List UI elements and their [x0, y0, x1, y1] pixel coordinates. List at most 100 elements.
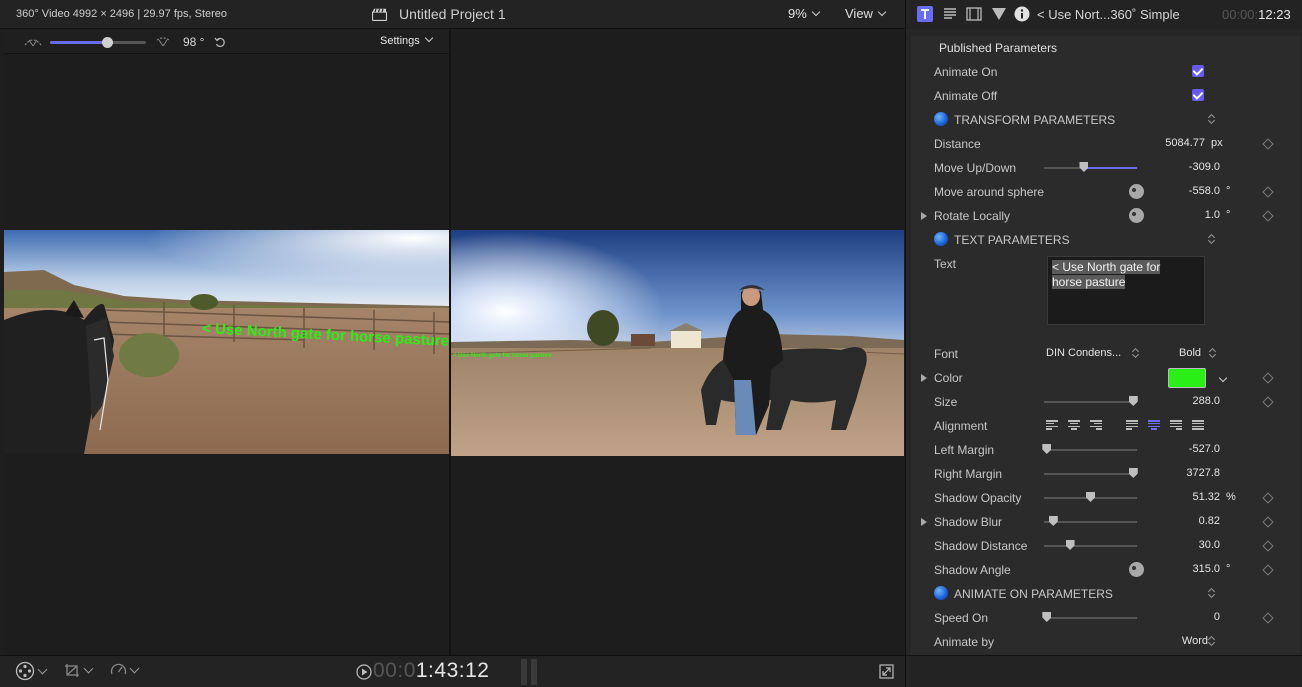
move-sphere-dial[interactable] [1129, 184, 1144, 199]
shadow-opacity-value[interactable]: 51.32 [1192, 491, 1220, 503]
align-left-icon[interactable] [1046, 420, 1058, 430]
keyframe-icon[interactable] [1262, 492, 1274, 504]
fov-slider[interactable] [50, 37, 146, 48]
slider-knob[interactable] [1048, 516, 1058, 526]
chevron-down-icon [424, 33, 433, 43]
headset-preview-image: < Use North gate for horse pasture [4, 230, 449, 454]
keyframe-icon[interactable] [1262, 516, 1274, 528]
shadow-angle-dial[interactable] [1129, 562, 1144, 577]
group-bullet-icon [934, 586, 948, 600]
settings-label: Settings [380, 35, 420, 47]
shadow-distance-slider[interactable] [1044, 540, 1137, 550]
animate-on-checkbox[interactable] [1192, 65, 1204, 77]
shadow-distance-label: Shadow Distance [934, 539, 1028, 553]
speed-menu[interactable] [110, 662, 140, 679]
left-margin-value[interactable]: -527.0 [1189, 443, 1220, 455]
fullscreen-icon[interactable] [879, 664, 894, 679]
justify-right-icon[interactable] [1170, 420, 1182, 430]
chevron-down-icon [37, 664, 48, 674]
text-field-content: < Use North gate for horse pasture [1052, 260, 1200, 290]
keyframe-icon[interactable] [1262, 210, 1274, 222]
distance-label: Distance [934, 137, 981, 151]
justify-full-icon[interactable] [1192, 420, 1204, 430]
video-inspector-icon[interactable] [966, 6, 982, 22]
shadow-angle-value[interactable]: 315.0 [1192, 563, 1220, 575]
left-margin-slider[interactable] [1042, 444, 1137, 454]
move-sphere-row: Move around sphere -558.0 ° [911, 180, 1300, 204]
transform-section-row[interactable]: TRANSFORM PARAMETERS [911, 108, 1300, 132]
rotate-locally-value[interactable]: 1.0 [1205, 209, 1220, 221]
move-sphere-value[interactable]: -558.0 [1189, 185, 1220, 197]
updown-arrows-icon[interactable] [1208, 634, 1216, 648]
right-margin-value[interactable]: 3727.8 [1186, 467, 1220, 479]
color-well[interactable] [1168, 368, 1206, 388]
font-style-popup[interactable]: Bold [1179, 347, 1201, 359]
updown-arrows-icon[interactable] [1208, 112, 1216, 126]
size-slider[interactable] [1044, 396, 1138, 406]
inspector-header: < Use Nort...360˚ Simple 00:00:12:23 [906, 0, 1302, 29]
animate-off-checkbox[interactable] [1192, 89, 1204, 101]
keyframe-icon[interactable] [1262, 612, 1274, 624]
keyframe-icon[interactable] [1262, 186, 1274, 198]
slider-knob[interactable] [1042, 612, 1052, 622]
shadow-opacity-row: Shadow Opacity 51.32 % [911, 486, 1300, 510]
group-bullet-icon [934, 232, 948, 246]
right-margin-label: Right Margin [934, 467, 1003, 481]
slider-knob[interactable] [1065, 540, 1075, 550]
shadow-blur-slider[interactable] [1044, 516, 1137, 526]
speed-on-slider[interactable] [1042, 612, 1137, 622]
align-right-icon[interactable] [1090, 420, 1102, 430]
keyframe-icon[interactable] [1262, 138, 1274, 150]
slider-knob[interactable] [1128, 468, 1138, 478]
shadow-opacity-slider[interactable] [1044, 492, 1137, 502]
settings-menu[interactable]: Settings [380, 33, 433, 47]
disclosure-triangle-icon[interactable] [921, 212, 927, 220]
updown-arrows-icon[interactable] [1132, 346, 1140, 360]
disclosure-triangle-icon[interactable] [921, 374, 927, 382]
move-updown-slider[interactable] [1044, 162, 1137, 172]
disclosure-triangle-icon[interactable] [921, 518, 927, 526]
move-updown-value[interactable]: -309.0 [1189, 161, 1220, 173]
shadow-blur-value[interactable]: 0.82 [1199, 515, 1220, 527]
equirect-caption: < Use North gate for horse pasture [453, 353, 553, 359]
updown-arrows-icon[interactable] [1208, 586, 1216, 600]
speed-on-value[interactable]: 0 [1214, 611, 1220, 623]
zoom-menu[interactable]: 9% [788, 6, 821, 21]
size-value[interactable]: 288.0 [1192, 395, 1220, 407]
font-family-popup[interactable]: DIN Condens... [1046, 347, 1121, 359]
paragraph-icon[interactable] [942, 6, 958, 22]
view-menu[interactable]: View [845, 6, 887, 21]
reset-fov-icon[interactable] [214, 36, 226, 48]
fov-slider-knob[interactable] [102, 37, 113, 48]
move-updown-label: Move Up/Down [934, 161, 1017, 175]
move-sphere-unit: ° [1226, 185, 1231, 197]
slider-knob[interactable] [1042, 444, 1052, 454]
distance-value[interactable]: 5084.77 [1165, 137, 1205, 149]
justify-left-icon[interactable] [1126, 420, 1138, 430]
slider-knob[interactable] [1079, 162, 1089, 172]
text-inspector-icon[interactable] [917, 6, 933, 22]
animate-on-section-row[interactable]: ANIMATE ON PARAMETERS [911, 582, 1300, 606]
filter-icon[interactable] [991, 6, 1007, 22]
move-sphere-label: Move around sphere [934, 185, 1045, 199]
slider-knob[interactable] [1086, 492, 1095, 502]
rotate-locally-dial[interactable] [1129, 208, 1144, 223]
text-section-row[interactable]: TEXT PARAMETERS [911, 228, 1300, 252]
updown-arrows-icon[interactable] [1209, 346, 1217, 360]
keyframe-icon[interactable] [1262, 372, 1274, 384]
film-reel-icon [15, 661, 35, 681]
keyframe-icon[interactable] [1262, 540, 1274, 552]
slider-knob[interactable] [1128, 396, 1138, 406]
info-icon[interactable] [1014, 6, 1030, 22]
view-options-menu[interactable] [15, 661, 48, 681]
text-field[interactable]: < Use North gate for horse pasture [1047, 256, 1205, 325]
transform-tools-menu[interactable] [64, 662, 94, 679]
shadow-distance-value[interactable]: 30.0 [1199, 539, 1220, 551]
right-margin-slider[interactable] [1044, 468, 1138, 478]
updown-arrows-icon[interactable] [1208, 232, 1216, 246]
keyframe-icon[interactable] [1262, 564, 1274, 576]
keyframe-icon[interactable] [1262, 396, 1274, 408]
animate-by-value[interactable]: Word [1182, 635, 1208, 647]
align-center-icon[interactable] [1068, 420, 1080, 430]
justify-center-icon[interactable] [1148, 420, 1160, 430]
